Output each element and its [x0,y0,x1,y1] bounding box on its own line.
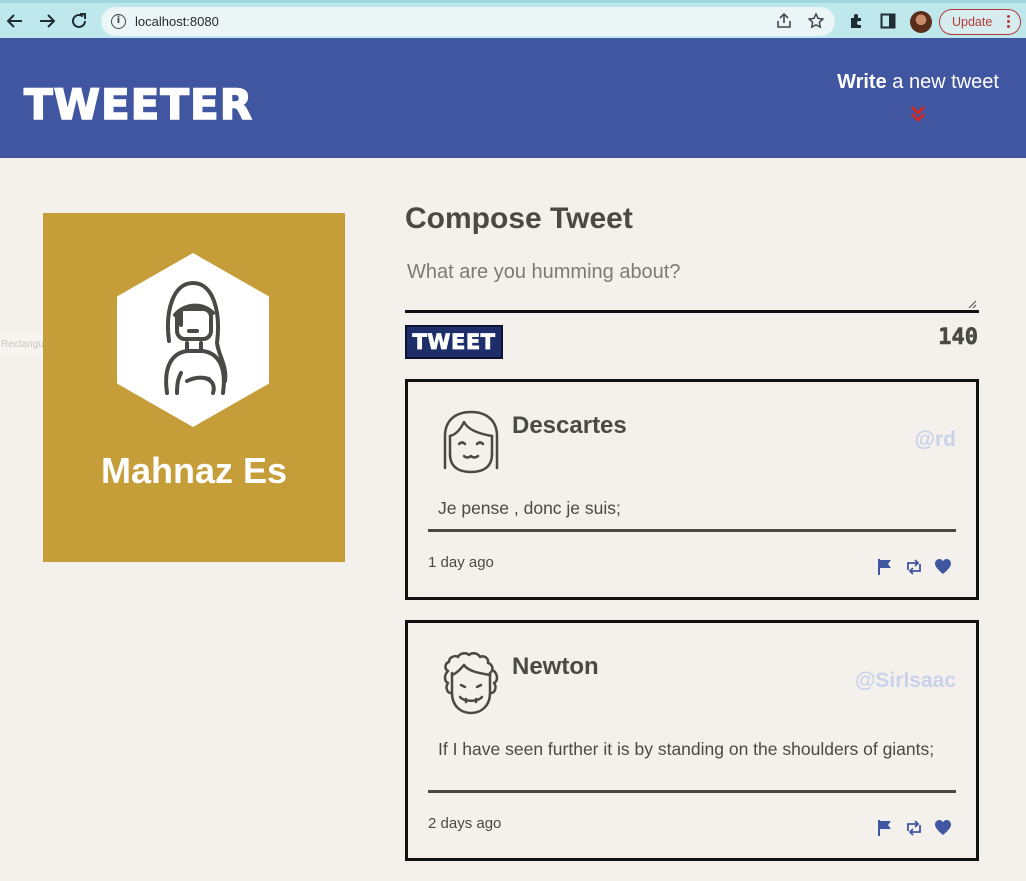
profile-name: Mahnaz Es [100,450,288,491]
more-menu-icon[interactable] [1007,15,1011,29]
woman-avatar-icon [117,253,269,427]
tweet-card: Descartes @rd Je pense , donc je suis; 1… [405,379,979,600]
retweet-icon[interactable] [905,819,923,837]
profile-avatar[interactable] [910,11,932,33]
tweet-divider [428,529,956,532]
profile-card: Mahnaz Es [43,213,345,562]
girl-avatar-icon [443,410,499,474]
tweet-text: If I have seen further it is by standing… [438,739,935,759]
write-bold-label: Write [837,71,887,93]
tweet-divider [428,790,956,793]
brand-logo[interactable]: TWEETER [23,83,253,127]
character-counter: 140 [938,325,978,351]
update-button[interactable]: Update [939,9,1021,35]
tweet-card: Newton @SirIsaac If I have seen further … [405,620,979,861]
browser-toolbar: i localhost:8080 Update [0,0,1026,38]
heart-icon[interactable] [934,819,952,837]
compose-title: Compose Tweet [405,202,633,235]
address-bar[interactable]: i localhost:8080 [101,7,835,36]
back-arrow-icon[interactable] [3,9,27,33]
double-chevron-down-icon[interactable] [909,104,927,124]
compose-input[interactable] [405,255,979,313]
tweet-timestamp: 1 day ago [428,554,494,571]
heart-icon[interactable] [934,558,952,576]
update-label: Update [952,15,993,29]
info-icon[interactable]: i [111,14,126,29]
url-text[interactable]: localhost:8080 [135,14,219,29]
flag-icon[interactable] [876,819,894,837]
tweet-author-name: Descartes [512,412,627,439]
resize-grip-icon[interactable] [966,298,977,309]
write-new-tweet-link[interactable]: Write a new tweet [837,71,999,94]
star-icon[interactable] [807,12,825,30]
write-rest-label: a new tweet [886,71,999,93]
extensions-icon[interactable] [848,12,866,30]
site-header: TWEETER Write a new tweet [0,38,1026,158]
tweet-actions [876,819,952,837]
tweet-author-handle[interactable]: @rd [915,428,956,452]
tweet-button[interactable]: TWEET [405,325,503,359]
tweet-author-handle[interactable]: @SirIsaac [855,669,956,693]
tweet-actions [876,558,952,576]
tweet-text: Je pense , donc je suis; [438,498,621,518]
side-panel-icon[interactable] [880,13,896,29]
reload-icon[interactable] [67,9,91,33]
tweet-timestamp: 2 days ago [428,815,502,832]
flag-icon[interactable] [876,558,894,576]
share-icon[interactable] [775,12,793,30]
curly-hair-avatar-icon [443,652,499,715]
tweet-author-name: Newton [512,653,599,680]
forward-arrow-icon[interactable] [35,9,59,33]
retweet-icon[interactable] [905,558,923,576]
